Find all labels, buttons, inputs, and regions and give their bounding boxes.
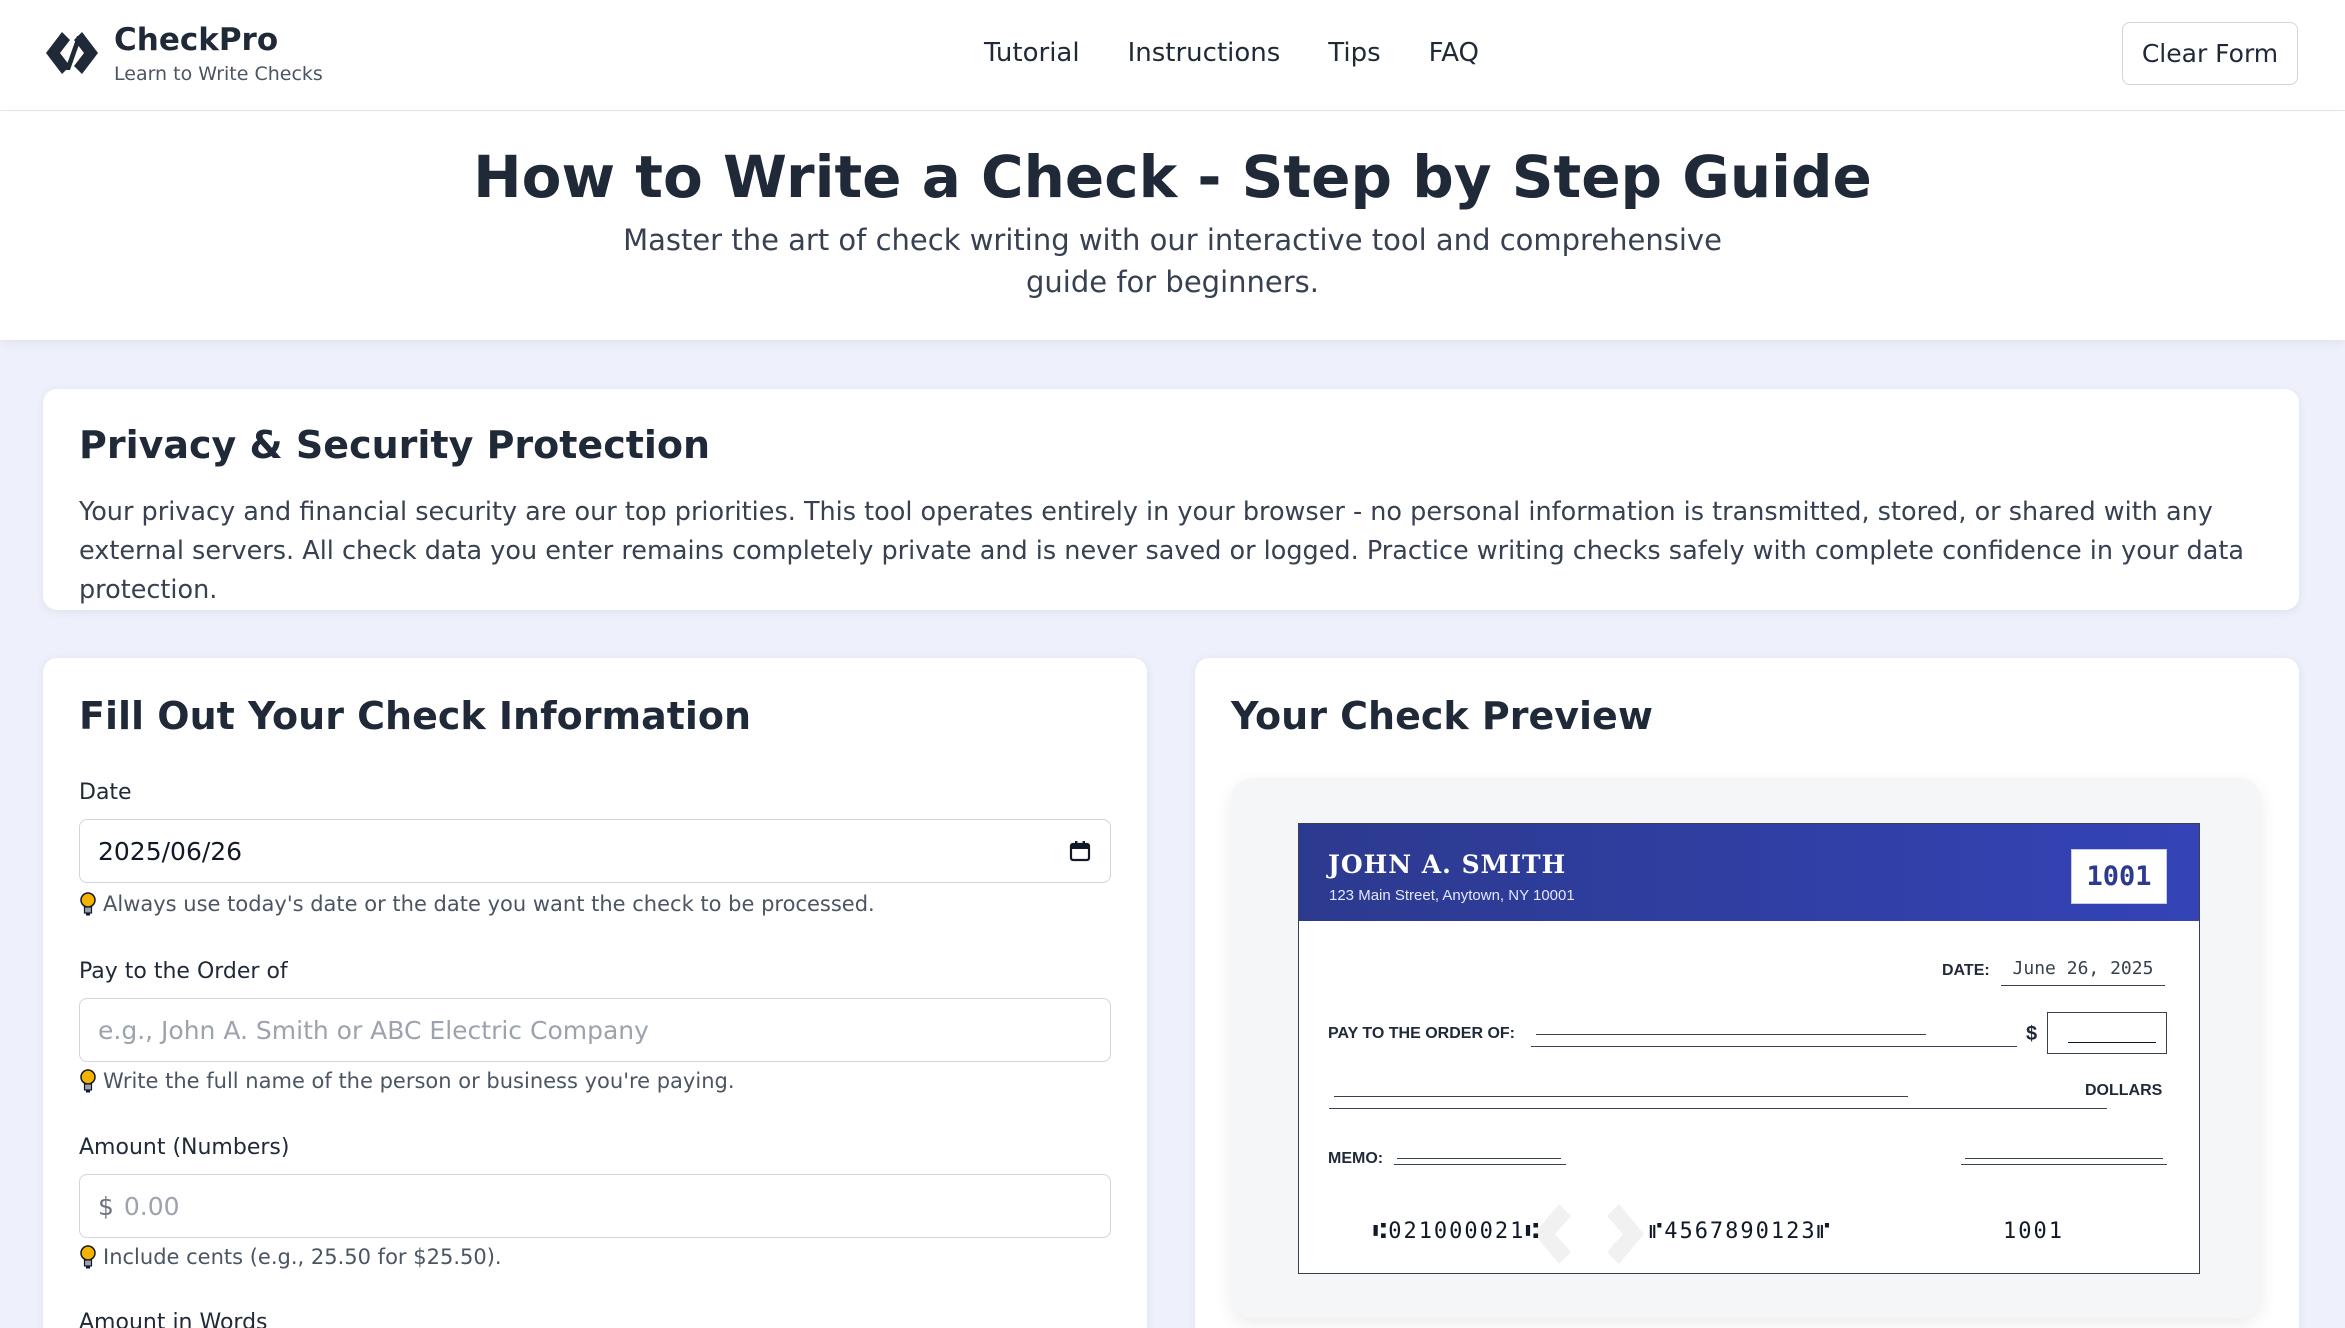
hero-section: How to Write a Check - Step by Step Guid… bbox=[0, 111, 2345, 340]
nav-faq[interactable]: FAQ bbox=[1429, 38, 1479, 68]
check-frame: JOHN A. SMITH 123 Main Street, Anytown, … bbox=[1231, 778, 2261, 1318]
clear-form-button[interactable]: Clear Form bbox=[2122, 22, 2298, 85]
main-nav: Tutorial Instructions Tips FAQ bbox=[984, 38, 1479, 68]
payee-label: Pay to the Order of bbox=[79, 959, 288, 984]
amount-hint-text: Include cents (e.g., 25.50 for $25.50). bbox=[103, 1245, 502, 1269]
memo-line bbox=[1394, 1164, 1566, 1165]
top-navbar: CheckPro Learn to Write Checks Tutorial … bbox=[0, 0, 2345, 111]
brand-name[interactable]: CheckPro bbox=[114, 22, 278, 58]
memo-label: MEMO: bbox=[1328, 1150, 1384, 1167]
payee-hint: Write the full name of the person or bus… bbox=[79, 1068, 735, 1094]
amount-hint: Include cents (e.g., 25.50 for $25.50). bbox=[79, 1244, 502, 1270]
routing-number: ⑆021000021⑆ bbox=[1373, 1219, 1541, 1244]
privacy-text: Your privacy and financial security are … bbox=[79, 497, 2244, 605]
payee-line bbox=[1531, 1046, 2017, 1047]
check-header: JOHN A. SMITH 123 Main Street, Anytown, … bbox=[1299, 824, 2199, 921]
owner-address: 123 Main Street, Anytown, NY 10001 bbox=[1329, 887, 1575, 904]
amount-label: Amount (Numbers) bbox=[79, 1135, 290, 1160]
payee-hint-text: Write the full name of the person or bus… bbox=[103, 1069, 735, 1093]
check-preview-card: Your Check Preview JOHN A. SMITH 123 Mai… bbox=[1195, 658, 2299, 1328]
lightbulb-icon bbox=[80, 892, 96, 916]
date-hint-text: Always use today's date or the date you … bbox=[103, 892, 875, 916]
brand-tagline: Learn to Write Checks bbox=[114, 63, 323, 85]
nav-tips[interactable]: Tips bbox=[1328, 38, 1380, 68]
lightbulb-icon bbox=[80, 1245, 96, 1269]
payee-line-inner bbox=[1536, 1034, 1926, 1035]
nav-tutorial[interactable]: Tutorial bbox=[984, 38, 1080, 68]
payee-line-label: PAY TO THE ORDER OF: bbox=[1328, 1025, 1515, 1042]
payee-field[interactable] bbox=[79, 998, 1111, 1062]
account-number: ⑈4567890123⑈ bbox=[1649, 1219, 1832, 1244]
amount-input[interactable] bbox=[123, 1191, 1092, 1221]
nav-instructions[interactable]: Instructions bbox=[1128, 38, 1281, 68]
signature-line bbox=[1961, 1164, 2167, 1165]
date-value[interactable]: 2025/06/26 bbox=[98, 837, 1068, 866]
check-amount-box bbox=[2047, 1012, 2167, 1054]
check-number-badge: 1001 bbox=[2071, 849, 2167, 904]
watermark-logo-icon bbox=[1534, 1204, 1644, 1264]
lightbulb-icon bbox=[80, 1069, 96, 1093]
calendar-icon[interactable] bbox=[1068, 839, 1092, 863]
page-subtitle: Master the art of check writing with our… bbox=[623, 223, 1722, 299]
privacy-card: Privacy & Security Protection Your priva… bbox=[43, 389, 2299, 610]
check-form-card: Fill Out Your Check Information Date 202… bbox=[43, 658, 1147, 1328]
payee-input[interactable] bbox=[98, 1015, 1092, 1045]
signature-line-inner bbox=[1965, 1158, 2163, 1159]
page-title: How to Write a Check - Step by Step Guid… bbox=[473, 143, 1872, 211]
check-preview: JOHN A. SMITH 123 Main Street, Anytown, … bbox=[1298, 823, 2200, 1274]
check-date-value: June 26, 2025 bbox=[2001, 954, 2165, 986]
dollar-sign: $ bbox=[98, 1191, 114, 1221]
amount-words-label: Amount in Words bbox=[79, 1310, 268, 1328]
amount-field[interactable]: $ bbox=[79, 1174, 1111, 1238]
amount-words-line bbox=[1329, 1108, 2107, 1109]
check-dollar-sign: $ bbox=[2026, 1023, 2038, 1045]
micr-check-number: 1001 bbox=[2003, 1219, 2064, 1244]
account-owner: JOHN A. SMITH bbox=[1328, 850, 1567, 879]
check-date-label: DATE: bbox=[1942, 962, 1990, 979]
checkpro-logo-icon[interactable] bbox=[44, 28, 100, 78]
dollars-label: DOLLARS bbox=[2085, 1082, 2163, 1099]
preview-title: Your Check Preview bbox=[1231, 694, 1653, 738]
memo-line-inner bbox=[1397, 1158, 1561, 1159]
privacy-title: Privacy & Security Protection bbox=[79, 423, 711, 467]
form-title: Fill Out Your Check Information bbox=[79, 694, 752, 738]
amount-words-line-inner bbox=[1334, 1096, 1908, 1097]
date-field[interactable]: 2025/06/26 bbox=[79, 819, 1111, 883]
date-hint: Always use today's date or the date you … bbox=[79, 891, 875, 917]
date-label: Date bbox=[79, 780, 132, 805]
